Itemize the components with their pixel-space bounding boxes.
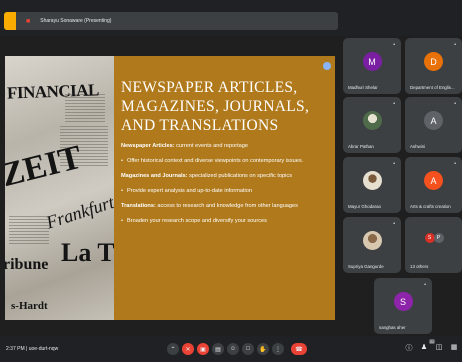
participant-tile[interactable]: • A Arts & crafts creation [405,157,462,213]
emoji-icon[interactable]: ☺ [227,343,239,355]
clock-time: 2:37 PM [6,346,25,352]
people-icon[interactable]: ♟ [419,343,429,353]
more-options-icon[interactable]: ⋮ [272,343,284,355]
presentation-area: FINANCIAL ZEIT Frankfurte La T ribune s-… [5,56,335,320]
participant-name: Department of Englis... [410,85,455,90]
participant-name: sanghas aher [379,325,406,330]
avatar-photo [362,231,382,250]
bottom-bar: 2:37 PM | uoe-durt-nqw ⌃ ✕ ▣ ▤ ☺ □ ✋ ⋮ ☎… [0,336,462,362]
avatar: A [424,111,443,130]
newspaper-column [9,216,49,246]
participant-name: Ashwini [410,144,426,149]
avatar: P [433,233,444,243]
bullet-magazines: Provide expert analysis and up-to-date i… [121,188,325,195]
avatar-photo [362,111,382,130]
section-magazines: Magazines and Journals: specialized publ… [121,173,293,179]
newspaper-hardt: s-Hardt [11,300,48,312]
participant-name: Supriya Gangurde [348,264,384,269]
mic-off-icon: • [454,42,456,48]
newspapers-image: FINANCIAL ZEIT Frankfurte La T ribune s-… [5,56,114,320]
mic-off-icon: • [424,282,426,288]
slide-body: Newspaper Articles: current events and r… [121,143,325,225]
mic-off-icon: • [393,42,395,48]
meeting-details-icon[interactable]: ⓘ [404,343,414,353]
section-newspaper: Newspaper Articles: current events and r… [121,143,248,149]
avatar-photo [362,171,382,190]
newspaper-financial: FINANCIAL [6,80,100,103]
others-avatars: S P [424,233,444,243]
top-bar: ■ Sharayu Sonaware (Presenting) [0,0,462,36]
side-controls: ⓘ ♟ ◫ ▦ [404,343,459,353]
participant-tile[interactable]: • Mayur Ghodarao [343,157,401,213]
bullet-translations: Broaden your research scope and diversif… [121,218,325,225]
mic-off-icon: • [454,161,456,167]
participant-tile[interactable]: • D Department of Englis... [405,38,462,94]
presenter-audio-icon [323,62,331,70]
section-translations: Translations: access to research and kno… [121,203,298,209]
present-screen-icon[interactable]: □ [242,343,254,355]
meeting-code: uoe-durt-nqw [28,346,59,352]
avatar: A [424,171,443,190]
newspaper-frankfurter: Frankfurte [43,189,114,233]
participant-name: Arts & crafts creation [410,204,451,209]
presenting-banner[interactable]: ■ Sharayu Sonaware (Presenting) [4,12,338,30]
mic-off-icon: • [454,101,456,107]
avatar: M [362,52,382,71]
participant-tile[interactable]: • S sanghas aher [374,278,432,334]
others-tile[interactable]: S P 13 others [405,217,462,273]
participant-name: Mayur Ghodarao [348,204,381,209]
participant-name: Madhuri Shelar [348,85,378,90]
presenting-label: Sharayu Sonaware (Presenting) [40,18,112,24]
participant-tile[interactable]: • M Madhuri Shelar [343,38,401,94]
present-stop-icon[interactable]: ■ [26,18,30,25]
mic-off-icon: • [393,101,395,107]
participant-count-badge: 21 [429,339,435,344]
mic-off-icon: • [393,221,395,227]
chat-icon[interactable]: ◫ [434,343,444,353]
slide-text-panel: NEWSPAPER ARTICLES, MAGAZINES, JOURNALS,… [114,56,335,320]
others-label: 13 others [410,264,429,269]
presenting-badge [4,12,16,30]
participant-tile[interactable]: • Supriya Gangurde [343,217,401,273]
avatar: D [424,52,443,71]
newspaper-zeit: ZEIT [5,138,86,195]
participant-tile[interactable]: • Abrar Pathan [343,97,401,153]
call-controls: ⌃ ✕ ▣ ▤ ☺ □ ✋ ⋮ ☎ [167,343,307,355]
newspaper-tribune: ribune [5,256,49,273]
mic-off-icon[interactable]: ✕ [182,343,194,355]
newspaper-la: La T [61,238,114,267]
meeting-info: 2:37 PM | uoe-durt-nqw [6,346,58,352]
captions-icon[interactable]: ▤ [212,343,224,355]
activities-icon[interactable]: ▦ [449,343,459,353]
bullet-newspaper: Offer historical context and diverse vie… [121,158,325,165]
camera-off-icon[interactable]: ▣ [197,343,209,355]
info-separator: | [26,346,28,352]
avatar: S [393,292,413,311]
raise-hand-icon[interactable]: ✋ [257,343,269,355]
participant-name: Abrar Pathan [348,144,374,149]
shared-slide: FINANCIAL ZEIT Frankfurte La T ribune s-… [5,56,335,320]
participant-tile[interactable]: • A Ashwini [405,97,462,153]
leave-call-icon[interactable]: ☎ [291,343,307,355]
slide-title: NEWSPAPER ARTICLES, MAGAZINES, JOURNALS,… [121,79,310,134]
more-audio-icon[interactable]: ⌃ [167,343,179,355]
mic-off-icon: • [393,161,395,167]
